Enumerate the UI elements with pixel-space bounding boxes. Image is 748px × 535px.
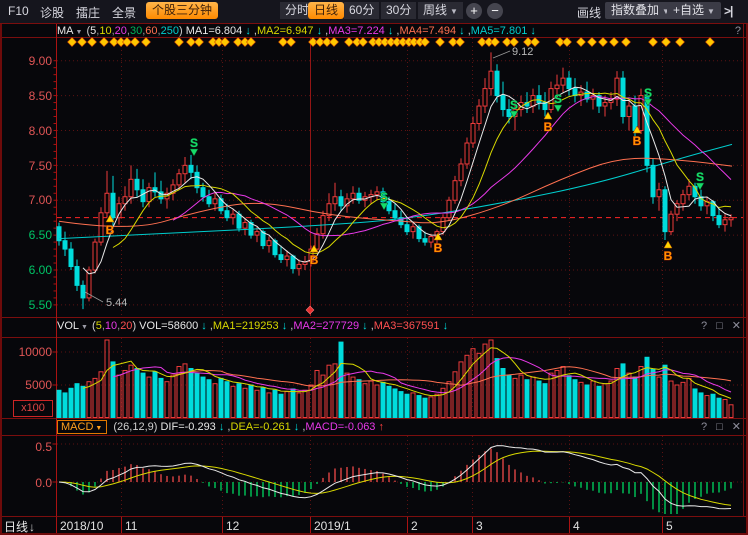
svg-text:S: S <box>554 92 562 106</box>
svg-text:S: S <box>696 170 704 184</box>
stock-chart-window: BSBSBSBSBSBS5.449.129.008.508.007.507.00… <box>0 0 748 535</box>
maximize-icon[interactable]: □ <box>716 320 723 332</box>
toolbar: F10 诊股 擂庄 全景 个股三分钟 分时 日线 60分 30分 周线▼ + −… <box>0 0 748 24</box>
vol-dropdown-label: VOL <box>57 320 79 332</box>
kline-chart-canvas[interactable]: BSBSBSBSBSBS5.449.129.008.508.007.507.00… <box>0 0 748 535</box>
tab-60min[interactable]: 60分 <box>344 2 379 19</box>
svg-text:B: B <box>664 249 673 263</box>
ma-indicator-bar: MA▼ (5,10,20,30,60,250) MA1=6.804 ↓ ,MA2… <box>0 24 748 38</box>
svg-text:5000: 5000 <box>25 378 52 392</box>
index-overlay-label: 指数叠加 <box>611 3 659 17</box>
menu-f10[interactable]: F10 <box>8 4 29 18</box>
macd-indicator-bar: MACD▼ (26,12,9) DIF=-0.293 ↓ ,DEA=-0.261… <box>0 420 748 434</box>
zoom-out-button[interactable]: − <box>487 3 503 19</box>
chevron-down-icon: ▼ <box>76 29 83 36</box>
menu-diagnose[interactable]: 诊股 <box>40 4 64 21</box>
help-icon[interactable]: ? <box>735 25 741 37</box>
vol-values: (5,10,20) VOL=58600 ↓ ,MA1=219253 ↓ ,MA2… <box>89 320 448 332</box>
vol-dropdown-button[interactable]: VOL▼ <box>57 320 89 332</box>
svg-text:0.5: 0.5 <box>35 440 52 454</box>
svg-text:5.44: 5.44 <box>106 297 127 309</box>
bottom-axis-bar: 日线↓ <box>0 517 748 534</box>
svg-text:B: B <box>106 223 115 237</box>
svg-text:6.00: 6.00 <box>29 263 53 277</box>
svg-text:S: S <box>644 86 652 100</box>
svg-text:B: B <box>434 241 443 255</box>
svg-text:B: B <box>310 253 319 267</box>
vol-indicator-bar: VOL▼ (5,10,20) VOL=58600 ↓ ,MA1=219253 ↓… <box>0 319 748 333</box>
tab-30min[interactable]: 30分 <box>381 2 416 19</box>
stock-3min-button[interactable]: 个股三分钟 <box>146 2 218 19</box>
collapse-panel-icon[interactable]: >| <box>724 4 732 18</box>
svg-text:B: B <box>633 134 642 148</box>
maximize-icon[interactable]: □ <box>716 421 723 433</box>
svg-text:7.00: 7.00 <box>29 193 53 207</box>
index-overlay-button[interactable]: 指数叠加▼ <box>605 2 676 19</box>
svg-text:S: S <box>510 98 518 112</box>
chevron-down-icon: ▼ <box>95 425 102 432</box>
volume-unit-label: x100 <box>13 400 53 417</box>
help-icon[interactable]: ? <box>701 421 707 433</box>
ma-values: (5,10,20,30,60,250) MA1=6.804 ↓ ,MA2=6.9… <box>83 25 535 37</box>
chevron-down-icon: ▼ <box>450 7 458 16</box>
ma-dropdown-label: MA <box>57 25 74 37</box>
chevron-down-icon: ▼ <box>707 7 715 16</box>
chevron-down-icon: ▼ <box>81 324 88 331</box>
add-favorite-button[interactable]: +自选▼ <box>667 2 721 19</box>
svg-text:5.50: 5.50 <box>29 298 53 312</box>
svg-text:6.50: 6.50 <box>29 228 53 242</box>
svg-text:10000: 10000 <box>19 345 53 359</box>
menu-banker[interactable]: 擂庄 <box>76 4 100 21</box>
svg-text:7.50: 7.50 <box>29 159 53 173</box>
svg-text:8.50: 8.50 <box>29 89 53 103</box>
add-favorite-label: +自选 <box>673 3 704 17</box>
svg-text:8.00: 8.00 <box>29 124 53 138</box>
draw-line-button[interactable]: 画线 <box>577 4 601 21</box>
svg-text:9.00: 9.00 <box>29 54 53 68</box>
svg-text:S: S <box>190 136 198 150</box>
svg-text:9.12: 9.12 <box>512 46 533 58</box>
tab-daily[interactable]: 日线 <box>308 2 344 19</box>
svg-text:0.0: 0.0 <box>35 476 52 490</box>
help-icon[interactable]: ? <box>701 320 707 332</box>
tab-weekly-label: 周线 <box>423 3 447 17</box>
svg-text:S: S <box>380 190 388 204</box>
ma-dropdown-button[interactable]: MA▼ <box>57 25 83 37</box>
period-label[interactable]: 日线↓ <box>4 518 35 535</box>
close-icon[interactable]: ✕ <box>732 421 741 433</box>
close-icon[interactable]: ✕ <box>732 320 741 332</box>
svg-text:B: B <box>544 120 553 134</box>
period-label-text: 日线 <box>4 520 28 534</box>
macd-dropdown-label: MACD <box>61 421 93 433</box>
macd-values: (26,12,9) DIF=-0.293 ↓ ,DEA=-0.261 ↓ ,MA… <box>110 421 384 433</box>
menu-overview[interactable]: 全景 <box>112 4 136 21</box>
down-arrow-icon: ↓ <box>29 520 35 534</box>
tab-weekly[interactable]: 周线▼ <box>418 2 463 19</box>
zoom-in-button[interactable]: + <box>466 3 482 19</box>
macd-dropdown-button[interactable]: MACD▼ <box>57 420 107 434</box>
